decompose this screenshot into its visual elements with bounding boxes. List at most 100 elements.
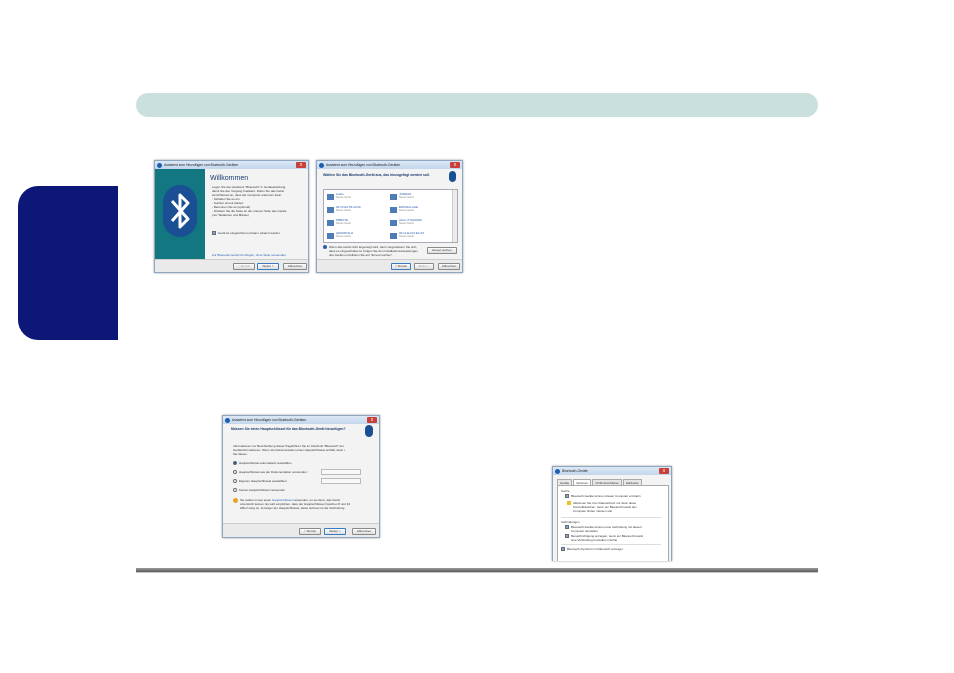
scrollbar[interactable]: [452, 190, 457, 242]
dialog-title: Assistent zum Hinzufügen von Bluetooth-G…: [164, 163, 239, 167]
list-item[interactable]: HENRIKSH1 Neues Gerät: [327, 231, 382, 241]
side-tab: [18, 186, 118, 340]
radio-button[interactable]: [233, 479, 237, 483]
device-icon: [390, 233, 397, 239]
passkey-intro: Informationen zur Beschreibung dieser Pa…: [233, 444, 345, 456]
discovery-checkbox[interactable]: Bluetooth-Geräte können diesen Computer …: [565, 494, 641, 498]
checkbox-label: Bluetooth-Symbol im Infobereich anzeigen: [567, 547, 624, 551]
device-icon: [327, 220, 334, 226]
checkbox-box[interactable]: [565, 494, 569, 498]
device-icon: [390, 194, 397, 200]
close-button[interactable]: [450, 162, 460, 168]
search-again-button[interactable]: Erneut suchen: [427, 247, 457, 254]
device-icon: [327, 194, 334, 200]
dialog-title: Assistent zum Hinzufügen von Bluetooth-G…: [326, 163, 401, 167]
passkey-warning: Sie sollten immer einen Hauptschlüssel v…: [233, 498, 373, 510]
welcome-dialog: Assistent zum Hinzufügen von Bluetooth-G…: [154, 160, 309, 273]
device-type: Neues Gerät: [399, 222, 414, 226]
cancel-button[interactable]: Abbrechen: [438, 263, 460, 270]
info-line: des Geräts und klicken Sie auf "Erneut s…: [329, 253, 393, 257]
device-type: Neues Gerät: [336, 235, 351, 239]
list-item[interactable]: JORDAN Neues Gerät: [390, 192, 445, 202]
option-auto-passkey[interactable]: Hauptschlüssel automatisch auswählen: [233, 461, 292, 465]
welcome-heading: Willkommen: [210, 175, 249, 182]
divider: [561, 517, 661, 518]
own-passkey-field[interactable]: [321, 478, 361, 484]
close-button[interactable]: [367, 417, 377, 423]
select-heading: Wählen Sie das Bluetooth-Gerät aus, das …: [323, 173, 430, 177]
option-label: Hauptschlüssel aus der Dokumentation ver…: [239, 470, 308, 474]
device-list[interactable]: Audio Neues Gerät JORDAN Neues Gerät 00:1F…: [323, 189, 458, 243]
bluetooth-icon: [365, 425, 373, 437]
next-button[interactable]: Weiter >: [324, 528, 346, 535]
next-button[interactable]: Weiter >: [257, 263, 279, 270]
list-item[interactable]: wbvs (77&&9)Wk Neues Gerät: [390, 218, 445, 228]
back-button[interactable]: < Zurück: [299, 528, 321, 535]
title-bar: Bluetooth-Geräte: [553, 467, 671, 475]
allow-connections-checkbox[interactable]: Bluetooth-Geräte können eine Verbindung …: [565, 525, 642, 533]
back-button[interactable]: < Zurück: [391, 263, 411, 270]
bluetooth-settings-dialog: Bluetooth-Geräte Geräte Optionen COM-Ans…: [552, 466, 672, 561]
warning-line: Computer finden müssen soll.: [573, 509, 613, 513]
cancel-button[interactable]: Abbrechen: [283, 263, 307, 270]
info-icon: [323, 245, 327, 249]
list-item[interactable]: 00:1F:E2:55:A6:0F Neues Gerät: [327, 205, 382, 215]
device-ready-checkbox[interactable]: Gerät ist eingerichtet und kann erkannt …: [212, 231, 280, 235]
dialog-title: Assistent zum Hinzufügen von Bluetooth-G…: [232, 418, 307, 422]
checkbox-label: Gerät ist eingerichtet und kann erkannt …: [218, 231, 281, 235]
device-icon: [327, 233, 334, 239]
close-button[interactable]: [296, 162, 306, 168]
radio-button[interactable]: [233, 488, 237, 492]
bluetooth-icon: [555, 468, 560, 474]
discovery-warning: Aktivieren Sie zum Datenschutz nur dann …: [567, 501, 637, 513]
bluetooth-icon: [157, 162, 162, 168]
option-own-passkey[interactable]: Eigenen Hauptschlüssel auswählen:: [233, 479, 287, 483]
checkbox-box[interactable]: [561, 547, 565, 551]
option-doc-passkey[interactable]: Hauptschlüssel aus der Dokumentation ver…: [233, 470, 308, 474]
notify-checkbox[interactable]: Benachrichtigung anzeigen, wenn ein Blue…: [565, 534, 643, 542]
list-item[interactable]: ERIKDALAHE Neues Gerät: [390, 205, 445, 215]
add-without-button-link[interactable]: Zur Bluetooth-Gerät hinzufügen, ohne Tas…: [212, 253, 286, 257]
option-label: Eigenen Hauptschlüssel auswählen:: [239, 479, 288, 483]
warning-icon: [567, 501, 571, 505]
footer-rule: [136, 568, 818, 573]
option-label: Hauptschlüssel automatisch auswählen: [239, 461, 292, 465]
warning-line: Ziffern lang ist. Je länger der Hauptsch…: [240, 506, 346, 510]
option-label: Keinen Hauptschlüssel verwenden: [239, 488, 286, 492]
bluetooth-icon: [225, 417, 230, 423]
list-item[interactable]: PBBOTE Neues Gerät: [327, 218, 382, 228]
device-type: Neues Gerät: [336, 222, 351, 226]
tray-icon-checkbox[interactable]: Bluetooth-Symbol im Infobereich anzeigen: [561, 547, 623, 551]
body-line: (nur Tastaturen und Mäuse): [212, 213, 249, 217]
device-icon: [390, 220, 397, 226]
title-bar: Assistent zum Hinzufügen von Bluetooth-G…: [223, 416, 379, 424]
info-note: Wenn das Gerät nicht angezeigt wird, dan…: [323, 245, 423, 257]
intro-line: Geräteinformationen. Wenn die Dokumentat…: [233, 448, 345, 452]
list-item[interactable]: Audio Neues Gerät: [327, 192, 382, 202]
intro-line: Sie diesen.: [233, 452, 248, 456]
checkbox-box[interactable]: [565, 534, 569, 538]
passkey-dialog: Assistent zum Hinzufügen von Bluetooth-G…: [222, 415, 380, 538]
bluetooth-logo-icon: [163, 185, 197, 237]
header-bar: [136, 93, 818, 117]
doc-passkey-field[interactable]: [321, 469, 361, 475]
welcome-body: Legen Sie den Assistent "Bluetooth" in G…: [212, 185, 306, 217]
bluetooth-icon: [449, 171, 456, 182]
device-icon: [390, 207, 397, 213]
list-item[interactable]: 00:11:E4:04:EA:03 Neues Gerät: [390, 231, 445, 241]
next-button[interactable]: Weiter >: [414, 263, 434, 270]
device-type: Neues Gerät: [399, 235, 414, 239]
dialog-footer: < Zurück Weiter > Abbrechen: [155, 259, 308, 272]
cancel-button[interactable]: Abbrechen: [352, 528, 376, 535]
radio-button[interactable]: [233, 461, 237, 465]
radio-button[interactable]: [233, 470, 237, 474]
back-button[interactable]: < Zurück: [233, 263, 255, 270]
option-no-passkey[interactable]: Keinen Hauptschlüssel verwenden: [233, 488, 285, 492]
checkbox-box[interactable]: [565, 525, 569, 529]
dialog-title: Bluetooth-Geräte: [562, 469, 588, 473]
device-type: Neues Gerät: [336, 196, 351, 200]
close-button[interactable]: [659, 468, 669, 474]
bluetooth-icon: [319, 162, 324, 168]
checkbox-box[interactable]: [212, 231, 216, 235]
dialog-footer: < Zurück Weiter > Abbrechen: [223, 523, 379, 537]
